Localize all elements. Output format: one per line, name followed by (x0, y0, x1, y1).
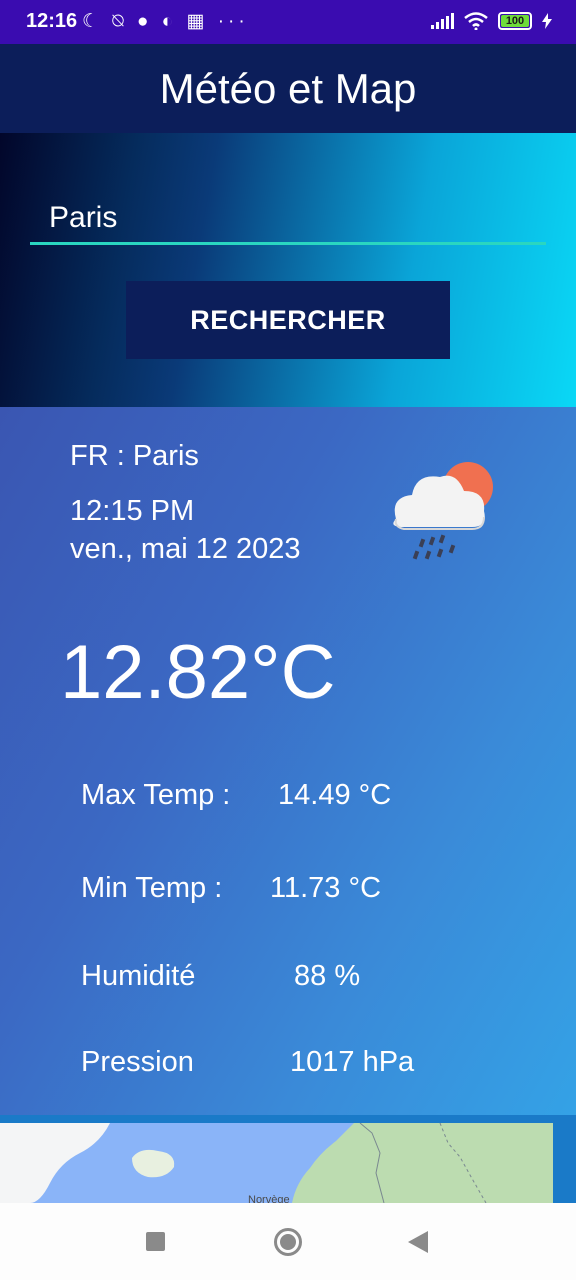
cloud-sun-rain-icon (393, 462, 493, 560)
app-header: Météo et Map (0, 44, 576, 133)
app-title: Météo et Map (159, 64, 417, 112)
map-region-label: Norvège (248, 1194, 290, 1203)
battery-icon: 100 (498, 12, 532, 30)
location-label: FR : Paris (70, 440, 199, 472)
status-time: 12:16 (26, 10, 78, 32)
square-icon (145, 1232, 165, 1251)
max-temp-label: Max Temp : (81, 779, 231, 811)
search-button[interactable]: RECHERCHER (126, 281, 450, 359)
notification-icons: ☾ ⍉ ● ◐ ▦ ··· (82, 11, 249, 32)
humidity-label: Humidité (81, 960, 196, 992)
weather-panel: FR : Paris 12:15 PM ven., mai 12 2023 12… (0, 407, 576, 1115)
min-temp-value: 11.73 °C (270, 872, 382, 904)
pressure-label: Pression (81, 1046, 194, 1078)
status-bar: 12:16 ☾ ⍉ ● ◐ ▦ ··· 100 (0, 0, 576, 44)
wifi-icon (464, 12, 488, 30)
current-temperature: 12.82°C (60, 630, 336, 715)
time-label: 12:15 PM (70, 495, 195, 527)
city-search-input[interactable] (30, 193, 546, 245)
signal-icon (431, 13, 454, 29)
recent-apps-button[interactable] (115, 1203, 195, 1280)
battery-level: 100 (505, 15, 525, 27)
charging-icon (542, 13, 552, 29)
date-label: ven., mai 12 2023 (70, 533, 301, 565)
back-button[interactable] (378, 1203, 458, 1280)
min-temp-label: Min Temp : (81, 872, 223, 904)
navigation-bar (0, 1203, 576, 1280)
pressure-value: 1017 hPa (290, 1046, 415, 1078)
map-view[interactable]: Norvège (0, 1115, 576, 1203)
max-temp-value: 14.49 °C (278, 779, 392, 811)
map-tiles[interactable]: Norvège (0, 1123, 553, 1203)
back-triangle-icon (408, 1230, 428, 1253)
status-right-icons: 100 (431, 10, 552, 32)
home-button[interactable] (248, 1203, 328, 1280)
circle-icon (274, 1227, 302, 1256)
humidity-value: 88 % (294, 960, 361, 992)
search-area: RECHERCHER (0, 133, 576, 407)
